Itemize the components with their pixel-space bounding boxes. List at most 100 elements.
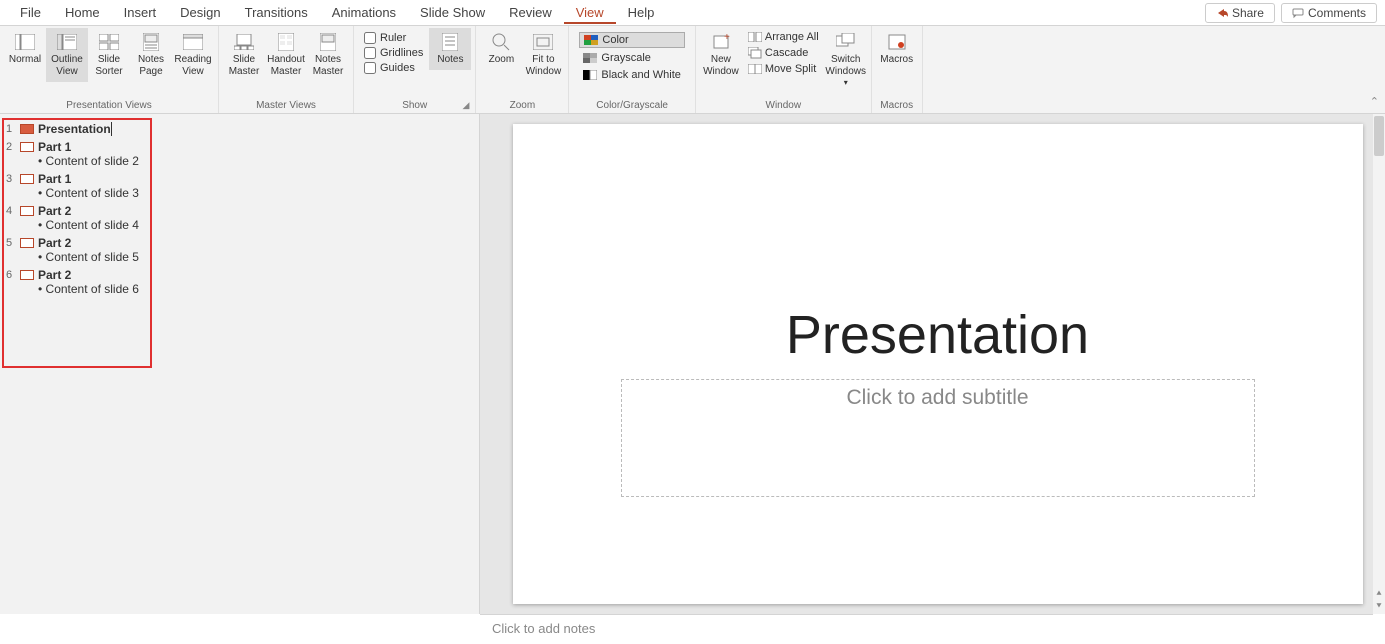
group-presentation-views: Normal Outline View Slide Sorter Notes P…: [0, 26, 219, 113]
bw-mode-label: Black and White: [601, 69, 680, 81]
ruler-label: Ruler: [380, 32, 406, 44]
tab-review[interactable]: Review: [497, 1, 564, 24]
outline-bullet[interactable]: • Content of slide 4: [6, 218, 473, 232]
group-color-grayscale: Color Grayscale Black and White Color/Gr…: [569, 26, 695, 113]
guides-label: Guides: [380, 62, 415, 74]
outline-slide[interactable]: 4Part 2• Content of slide 4: [0, 202, 479, 234]
outline-view-button[interactable]: Outline View: [46, 28, 88, 82]
slide-thumbnail-icon: [20, 174, 34, 184]
outline-slide-title[interactable]: Part 2: [38, 204, 71, 218]
outline-slide[interactable]: 5 Part 2• Content of slide 5: [0, 234, 479, 266]
move-split-icon: [748, 64, 762, 74]
outline-bullet[interactable]: • Content of slide 2: [6, 154, 473, 168]
outline-slide-title[interactable]: Part 1: [38, 140, 71, 154]
tab-help[interactable]: Help: [616, 1, 667, 24]
svg-text:+: +: [724, 33, 730, 43]
notes-pane[interactable]: Click to add notes: [480, 614, 1373, 644]
macros-button[interactable]: Macros: [876, 28, 918, 70]
outline-slide[interactable]: 2Part 1• Content of slide 2: [0, 138, 479, 170]
outline-slide[interactable]: 3 Part 1• Content of slide 3: [0, 170, 479, 202]
normal-view-button[interactable]: Normal: [4, 28, 46, 70]
ribbon-tabs: File Home Insert Design Transitions Anim…: [0, 0, 1385, 26]
scrollbar-thumb[interactable]: [1374, 116, 1384, 156]
outline-slide-number: 5: [6, 237, 16, 249]
notes-master-button[interactable]: Notes Master: [307, 28, 349, 82]
slide-thumbnail-icon: [20, 142, 34, 152]
group-master-views-label: Master Views: [223, 98, 349, 113]
slide-sorter-button[interactable]: Slide Sorter: [88, 28, 130, 82]
tab-home[interactable]: Home: [53, 1, 112, 24]
vertical-scrollbar[interactable]: ⯅ ⯆: [1373, 114, 1385, 614]
outline-slide-title[interactable]: Part 2: [38, 268, 71, 282]
tab-slideshow[interactable]: Slide Show: [408, 1, 497, 24]
outline-bullet[interactable]: • Content of slide 5: [6, 250, 473, 264]
color-mode-button[interactable]: Color: [579, 32, 684, 48]
normal-view-label: Normal: [9, 54, 41, 66]
move-split-button[interactable]: Move Split: [746, 62, 821, 76]
slide-subtitle-placeholder[interactable]: Click to add subtitle: [621, 379, 1255, 497]
notes-page-button[interactable]: Notes Page: [130, 28, 172, 82]
ruler-checkbox[interactable]: Ruler: [364, 32, 423, 44]
outline-slide-title[interactable]: Presentation: [38, 122, 112, 136]
new-window-icon: +: [711, 32, 731, 52]
new-window-label: New Window: [702, 54, 740, 78]
share-button[interactable]: Share: [1205, 3, 1275, 23]
outline-slide-title[interactable]: Part 2: [38, 236, 71, 250]
tab-insert[interactable]: Insert: [112, 1, 169, 24]
outline-slide-number: 3: [6, 173, 16, 185]
tab-animations[interactable]: Animations: [320, 1, 408, 24]
reading-view-icon: [183, 32, 203, 52]
outline-slide-title[interactable]: Part 1: [38, 172, 71, 186]
slide-master-button[interactable]: Slide Master: [223, 28, 265, 82]
notes-toggle-label: Notes: [437, 54, 463, 66]
comments-button[interactable]: Comments: [1281, 3, 1377, 23]
handout-master-button[interactable]: Handout Master: [265, 28, 307, 82]
group-macros: Macros Macros: [872, 26, 923, 113]
grayscale-mode-label: Grayscale: [601, 52, 651, 64]
notes-toggle-button[interactable]: Notes: [429, 28, 471, 70]
tab-view[interactable]: View: [564, 1, 616, 24]
slide-canvas-area: Presentation Click to add subtitle: [480, 114, 1385, 614]
group-show: Ruler Gridlines Guides Notes Show◢: [354, 26, 476, 113]
handout-master-icon: [276, 32, 296, 52]
group-show-label: Show◢: [358, 98, 471, 113]
guides-checkbox[interactable]: Guides: [364, 62, 423, 74]
slide-title[interactable]: Presentation: [513, 304, 1363, 366]
outline-panel: 1Presentation2Part 1• Content of slide 2…: [0, 114, 480, 614]
next-slide-button[interactable]: ⯆: [1375, 601, 1382, 612]
tab-transitions[interactable]: Transitions: [233, 1, 320, 24]
comments-label: Comments: [1308, 6, 1366, 20]
group-presentation-views-label: Presentation Views: [4, 98, 214, 113]
tab-file[interactable]: File: [8, 1, 53, 24]
outline-bullet[interactable]: • Content of slide 3: [6, 186, 473, 200]
fit-window-button[interactable]: Fit to Window: [522, 28, 564, 82]
reading-view-button[interactable]: Reading View: [172, 28, 214, 82]
arrange-all-button[interactable]: Arrange All: [746, 30, 821, 44]
zoom-button[interactable]: Zoom: [480, 28, 522, 70]
zoom-label: Zoom: [489, 54, 515, 66]
fit-window-icon: [533, 32, 553, 52]
collapse-ribbon-button[interactable]: ⌃: [1370, 95, 1379, 108]
switch-windows-button[interactable]: Switch Windows ▾: [825, 28, 867, 92]
grayscale-mode-button[interactable]: Grayscale: [579, 51, 684, 65]
outline-slide[interactable]: 1Presentation: [0, 120, 479, 138]
normal-view-icon: [15, 32, 35, 52]
group-zoom: Zoom Fit to Window Zoom: [476, 26, 569, 113]
slide-thumbnail-icon: [20, 270, 34, 280]
grayscale-swatch-icon: [583, 53, 597, 63]
prev-slide-button[interactable]: ⯅: [1375, 588, 1382, 599]
new-window-button[interactable]: + New Window: [700, 28, 742, 82]
cascade-button[interactable]: Cascade: [746, 46, 821, 60]
fit-window-label: Fit to Window: [524, 54, 562, 78]
outline-slide[interactable]: 6Part 2• Content of slide 6: [0, 266, 479, 298]
bw-mode-button[interactable]: Black and White: [579, 68, 684, 82]
comment-icon: [1292, 7, 1304, 19]
show-launcher-icon[interactable]: ◢: [462, 100, 469, 111]
outline-bullet[interactable]: • Content of slide 6: [6, 282, 473, 296]
slide[interactable]: Presentation Click to add subtitle: [513, 124, 1363, 604]
tab-design[interactable]: Design: [168, 1, 232, 24]
slide-sorter-label: Slide Sorter: [90, 54, 128, 78]
color-mode-label: Color: [602, 34, 628, 46]
group-macros-label: Macros: [876, 98, 918, 113]
gridlines-checkbox[interactable]: Gridlines: [364, 47, 423, 59]
